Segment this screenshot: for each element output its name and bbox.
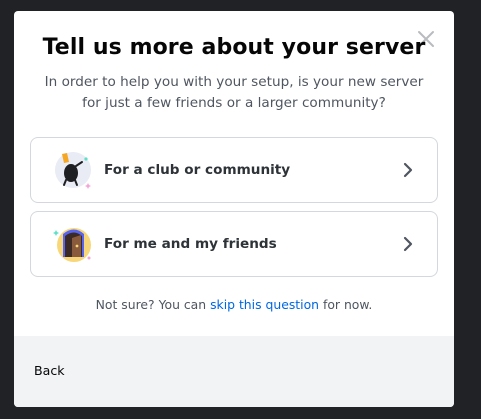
- friends-icon: [53, 224, 93, 264]
- option-label: For a club or community: [104, 162, 291, 178]
- club-community-icon: [53, 150, 93, 190]
- chevron-right-icon: [399, 161, 417, 179]
- skip-question-link[interactable]: skip this question: [210, 297, 319, 312]
- server-purpose-modal: Tell us more about your server In order …: [14, 11, 454, 407]
- chevron-right-icon: [399, 235, 417, 253]
- friends-option[interactable]: For me and my friends: [30, 211, 438, 277]
- skip-note: Not sure? You can skip this question for…: [14, 297, 454, 312]
- back-button[interactable]: Back: [34, 363, 65, 378]
- modal-subtitle: In order to help you with your setup, is…: [44, 74, 424, 111]
- modal-footer: Back: [14, 336, 454, 407]
- skip-note-suffix: for now.: [319, 297, 373, 312]
- skip-note-prefix: Not sure? You can: [95, 297, 211, 312]
- option-label: For me and my friends: [104, 236, 277, 252]
- club-community-option[interactable]: For a club or community: [30, 137, 438, 203]
- modal-title: Tell us more about your server: [42, 35, 426, 60]
